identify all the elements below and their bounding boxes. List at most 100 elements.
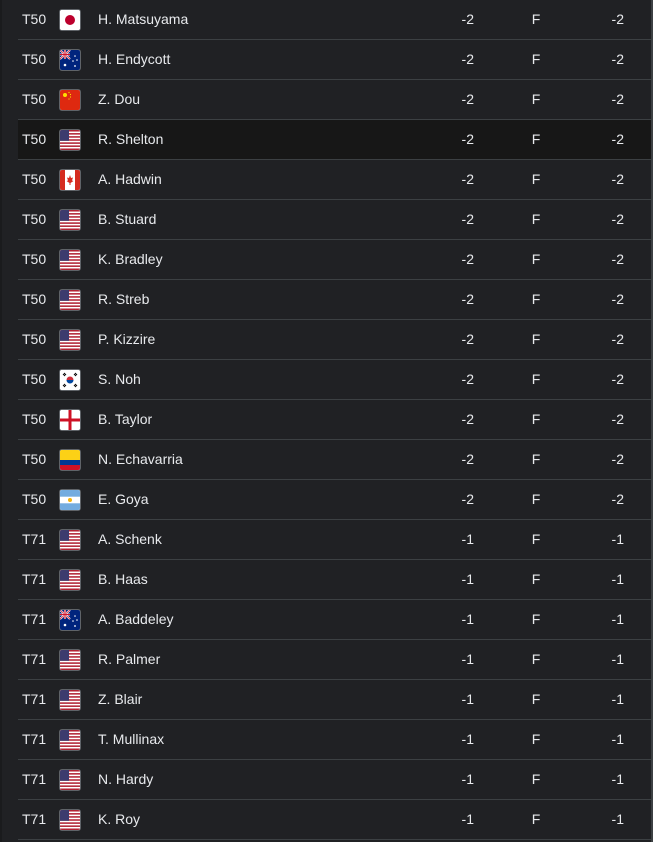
table-row[interactable]: T71 T. Mullinax -1 F -1 [18,720,651,760]
position: T50 [22,11,47,27]
total-score: -2 [611,331,624,347]
player-name[interactable]: A. Schenk [98,520,398,559]
table-row[interactable]: T71 K. Roy -1 F -1 [18,800,651,840]
country-flag [59,329,81,351]
country-flag [59,9,81,31]
usa-flag-icon [59,689,81,711]
player-name[interactable]: R. Shelton [98,120,398,159]
player-name[interactable]: H. Endycott [98,40,398,79]
total-score: -2 [611,371,624,387]
position: T50 [22,131,47,147]
argentina-flag-icon [59,489,81,511]
today-score: -1 [461,691,474,707]
table-row[interactable]: T50 R. Streb -2 F -2 [18,280,651,320]
player-name[interactable]: B. Taylor [98,400,398,439]
thru-status: F [531,211,541,227]
table-row[interactable]: T71 B. Haas -1 F -1 [18,560,651,600]
country-flag [59,449,81,471]
position: T50 [22,451,47,467]
player-name[interactable]: R. Streb [98,280,398,319]
position: T71 [22,611,47,627]
today-score: -2 [461,91,474,107]
table-row[interactable]: T71 R. Palmer -1 F -1 [18,640,651,680]
today-score: -1 [461,531,474,547]
player-name[interactable]: R. Palmer [98,640,398,679]
thru-status: F [531,451,541,467]
table-row[interactable]: T71 A. Baddeley -1 F -1 [18,600,651,640]
player-name[interactable]: A. Hadwin [98,160,398,199]
today-score: -2 [461,131,474,147]
total-score: -2 [611,251,624,267]
australia-flag-icon [59,49,81,71]
position: T50 [22,411,47,427]
player-name[interactable]: K. Bradley [98,240,398,279]
today-score: -2 [461,451,474,467]
player-name[interactable]: Z. Dou [98,80,398,119]
today-score: -2 [461,411,474,427]
player-name[interactable]: Z. Blair [98,680,398,719]
table-row[interactable]: T50 H. Matsuyama -2 F -2 [18,0,651,40]
table-row[interactable]: T50 P. Kizzire -2 F -2 [18,320,651,360]
country-flag [59,529,81,551]
table-row[interactable]: T50 N. Echavarria -2 F -2 [18,440,651,480]
thru-status: F [531,51,541,67]
player-name[interactable]: E. Goya [98,480,398,519]
today-score: -1 [461,571,474,587]
country-flag [59,569,81,591]
thru-status: F [531,291,541,307]
table-row[interactable]: T50 E. Goya -2 F -2 [18,480,651,520]
total-score: -2 [611,91,624,107]
player-name[interactable]: K. Roy [98,800,398,839]
thru-status: F [531,811,541,827]
thru-status: F [531,11,541,27]
table-row[interactable]: T50 Z. Dou -2 F -2 [18,80,651,120]
position: T50 [22,371,47,387]
position: T71 [22,691,47,707]
table-row[interactable]: T50 H. Endycott -2 F -2 [18,40,651,80]
today-score: -2 [461,11,474,27]
today-score: -2 [461,371,474,387]
player-name[interactable]: B. Haas [98,560,398,599]
table-row[interactable]: T50 B. Stuard -2 F -2 [18,200,651,240]
player-name[interactable]: T. Mullinax [98,720,398,759]
total-score: -1 [611,571,624,587]
usa-flag-icon [59,769,81,791]
table-row[interactable]: T50 R. Shelton -2 F -2 [18,120,651,160]
position: T50 [22,251,47,267]
usa-flag-icon [59,289,81,311]
player-name[interactable]: S. Noh [98,360,398,399]
player-name[interactable]: A. Baddeley [98,600,398,639]
position: T50 [22,491,47,507]
position: T71 [22,531,47,547]
player-name[interactable]: H. Matsuyama [98,0,398,39]
table-row[interactable]: T50 S. Noh -2 F -2 [18,360,651,400]
player-name[interactable]: P. Kizzire [98,320,398,359]
table-row[interactable]: T71 N. Hardy -1 F -1 [18,760,651,800]
player-name[interactable]: B. Stuard [98,200,398,239]
total-score: -1 [611,651,624,667]
total-score: -2 [611,51,624,67]
country-flag [59,249,81,271]
thru-status: F [531,171,541,187]
position: T71 [22,771,47,787]
usa-flag-icon [59,569,81,591]
country-flag [59,769,81,791]
thru-status: F [531,771,541,787]
total-score: -1 [611,811,624,827]
table-row[interactable]: T50 K. Bradley -2 F -2 [18,240,651,280]
table-row[interactable]: T50 B. Taylor -2 F -2 [18,400,651,440]
country-flag [59,489,81,511]
country-flag [59,729,81,751]
thru-status: F [531,131,541,147]
total-score: -2 [611,131,624,147]
today-score: -2 [461,171,474,187]
player-name[interactable]: N. Hardy [98,760,398,799]
table-row[interactable]: T50 A. Hadwin -2 F -2 [18,160,651,200]
thru-status: F [531,91,541,107]
today-score: -1 [461,811,474,827]
table-row[interactable]: T71 A. Schenk -1 F -1 [18,520,651,560]
country-flag [59,649,81,671]
player-name[interactable]: N. Echavarria [98,440,398,479]
thru-status: F [531,331,541,347]
table-row[interactable]: T71 Z. Blair -1 F -1 [18,680,651,720]
